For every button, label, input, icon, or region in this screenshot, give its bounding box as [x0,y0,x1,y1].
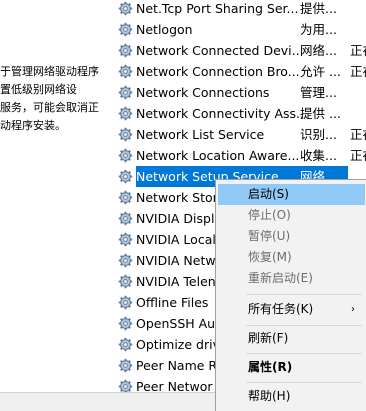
service-gear-icon [118,316,133,331]
menu-separator [246,294,362,295]
service-description-cell: 为用... [300,22,337,37]
service-name: Network Connections [136,85,270,100]
service-description-cell: 允许 ... [300,64,341,79]
menu-item-all-tasks-label: 所有任务(K) [248,302,314,316]
service-status-cell: 正在 [350,43,366,58]
service-name: Network Connectivity Ass... [136,106,302,121]
service-name: Netlogon [136,22,193,37]
description-line: 置低级别网络设 [0,83,77,96]
service-status-cell: 正在 [350,127,366,142]
service-status-cell: 正在 [350,64,366,79]
service-description: 于管理网络驱动程序 置低级别网络设 服务，可能会取消正 动程序安装。 [0,62,112,134]
menu-item-all-tasks[interactable]: 所有任务(K) › [218,299,365,320]
service-description-cell: 管理... [300,85,337,100]
service-row[interactable]: Netlogon 为用... [116,19,366,40]
service-description-cell: 提供 ... [300,106,341,121]
service-gear-icon [118,358,133,373]
context-menu: 启动(S) 停止(O) 暂停(U) 恢复(M) 重新启动(E) 所有任务(K) … [215,179,366,411]
service-name: Network Connection Bro... [136,64,300,79]
service-row[interactable]: Network Connected Devi...网络... 正在 [116,40,366,61]
service-status-cell: 正在 [350,148,366,163]
service-description-cell: 识别... [300,127,337,142]
service-row[interactable]: Network List Service 识别... 正在 [116,124,366,145]
menu-item-pause: 暂停(U) [248,229,291,243]
service-gear-icon [118,64,133,79]
service-gear-icon [118,295,133,310]
service-gear-icon [118,169,133,184]
service-gear-icon [118,211,133,226]
service-gear-icon [118,22,133,37]
menu-separator [246,382,362,383]
chevron-right-icon: › [351,304,355,315]
service-row[interactable]: Network Connections 管理... [116,82,366,103]
menu-separator [246,353,362,354]
service-gear-icon [118,253,133,268]
description-line: 于管理网络驱动程序 [0,65,99,78]
service-gear-icon [118,1,133,16]
service-gear-icon [118,127,133,142]
description-line: 服务，可能会取消正 [0,101,99,114]
description-line: 动程序安装。 [0,119,66,132]
service-name: Network List Service [136,127,265,142]
menu-item-resume: 恢复(M) [248,250,292,264]
menu-item-refresh[interactable]: 刷新(F) [218,328,365,349]
service-name: Net.Tcp Port Sharing Ser... [136,1,299,16]
service-row[interactable]: Network Connectivity Ass... 提供 ... [116,103,366,124]
menu-item-restart: 重新启动(E) [248,271,313,285]
service-row[interactable]: Network Connection Bro...允许 ... 正在 [116,61,366,82]
service-gear-icon [118,148,133,163]
service-gear-icon [118,85,133,100]
service-gear-icon [118,190,133,205]
menu-item-start[interactable]: 启动(S) [218,184,365,205]
service-gear-icon [118,106,133,121]
service-gear-icon [118,379,133,392]
service-name: Network Connected Devi... [136,43,302,58]
service-row[interactable]: Net.Tcp Port Sharing Ser... 提供... [116,0,366,19]
service-row[interactable]: Network Location Aware...收集... 正在 [116,145,366,166]
service-description-cell: 网络... [300,43,337,58]
service-gear-icon [118,43,133,58]
service-gear-icon [118,337,133,352]
menu-item-stop: 停止(O) [248,208,291,222]
service-gear-icon [118,274,133,289]
menu-separator [246,325,362,326]
service-name: Network Location Aware... [136,148,300,163]
service-gear-icon [118,232,133,247]
menu-item-properties[interactable]: 属性(R) [218,357,365,378]
service-description-cell: 提供... [300,1,337,16]
service-description-cell: 收集... [300,148,337,163]
menu-item-help[interactable]: 帮助(H) [218,386,365,407]
